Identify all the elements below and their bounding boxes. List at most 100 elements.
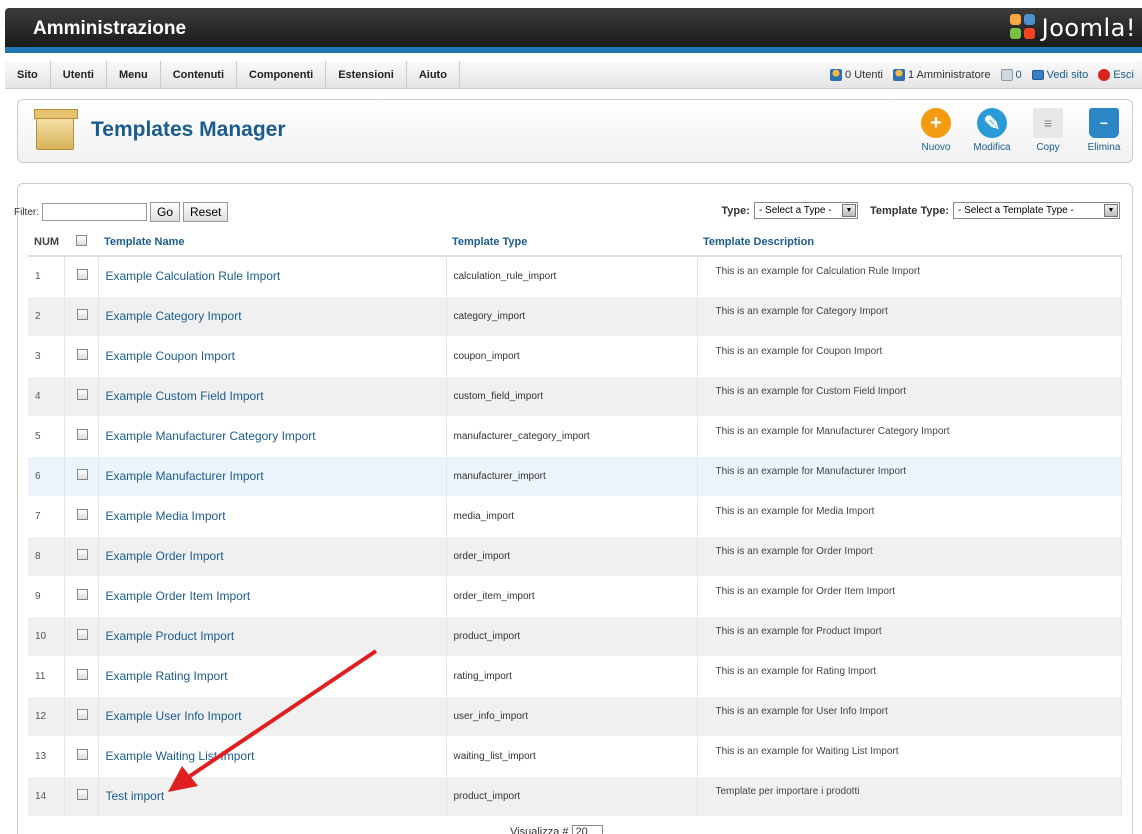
table-row[interactable]: 6 Example Manufacturer Import manufacturer… — [28, 456, 1122, 497]
row-checkbox-cell[interactable] — [64, 776, 99, 817]
status-admins-text: 1 Amministratore — [907, 69, 991, 81]
template-name-link[interactable]: Example Order Import — [98, 536, 447, 577]
view-site-text: Vedi sito — [1046, 69, 1089, 81]
table-row[interactable]: 7 Example Media Import media_import This is… — [28, 496, 1122, 537]
row-checkbox[interactable] — [76, 349, 88, 360]
template-type: category_import — [446, 296, 698, 337]
row-checkbox-cell[interactable] — [64, 496, 99, 537]
type-select[interactable]: - Select a Type - ▼ — [753, 202, 858, 219]
row-checkbox[interactable] — [76, 429, 88, 440]
copy-button[interactable]: ≡ Copy — [1024, 108, 1072, 153]
template-type: waiting_list_import — [446, 736, 698, 777]
row-checkbox[interactable] — [76, 469, 88, 480]
template-name-link[interactable]: Example Coupon Import — [98, 336, 447, 377]
row-num: 1 — [28, 256, 65, 297]
menu-item-sito[interactable]: Sito — [5, 60, 51, 89]
template-name-link[interactable]: Test import — [98, 776, 447, 817]
template-name-link[interactable]: Example Calculation Rule Import — [98, 256, 447, 297]
menu-item-menu[interactable]: Menu — [107, 60, 161, 89]
table-row[interactable]: 5 Example Manufacturer Category Import man… — [28, 416, 1122, 457]
row-checkbox[interactable] — [76, 549, 88, 560]
status-messages[interactable]: 0 — [1000, 69, 1022, 81]
row-checkbox-cell[interactable] — [64, 456, 99, 497]
table-row[interactable]: 14 Test import product_import Template per … — [28, 776, 1122, 817]
table-row[interactable]: 1 Example Calculation Rule Import calculat… — [28, 256, 1122, 297]
row-checkbox-cell[interactable] — [64, 256, 99, 297]
delete-button[interactable]: − Elimina — [1080, 108, 1128, 153]
table-row[interactable]: 10 Example Product Import product_import Th… — [28, 616, 1122, 657]
plus-icon: + — [921, 108, 951, 138]
trash-icon: − — [1089, 108, 1119, 138]
joomla-logo[interactable]: Joomla! — [1009, 14, 1136, 42]
row-checkbox-cell[interactable] — [64, 296, 99, 337]
page-title: Templates Manager — [91, 118, 286, 141]
template-name-link[interactable]: Example Manufacturer Import — [98, 456, 447, 497]
table-row[interactable]: 9 Example Order Item Import order_item_imp… — [28, 576, 1122, 617]
row-checkbox[interactable] — [76, 509, 88, 520]
template-name-link[interactable]: Example Category Import — [98, 296, 447, 337]
template-name-link[interactable]: Example Media Import — [98, 496, 447, 537]
view-site-link[interactable]: Vedi sito — [1031, 69, 1089, 81]
row-checkbox[interactable] — [76, 669, 88, 680]
table-row[interactable]: 3 Example Coupon Import coupon_import This … — [28, 336, 1122, 377]
row-checkbox-cell[interactable] — [64, 376, 99, 417]
row-checkbox-cell[interactable] — [64, 336, 99, 377]
template-name-link[interactable]: Example User Info Import — [98, 696, 447, 737]
filter-input[interactable] — [42, 203, 147, 221]
template-name-link[interactable]: Example Product Import — [98, 616, 447, 657]
template-name-link[interactable]: Example Waiting List Import — [98, 736, 447, 777]
row-checkbox-cell[interactable] — [64, 616, 99, 657]
template-type-select-value: - Select a Template Type - — [958, 205, 1074, 216]
menu-item-componenti[interactable]: Componenti — [237, 60, 327, 89]
row-checkbox[interactable] — [76, 269, 88, 281]
delete-button-label: Elimina — [1087, 142, 1121, 153]
reset-button[interactable]: Reset — [183, 202, 229, 222]
template-description: This is an example for Calculation Rule … — [697, 256, 1122, 297]
template-description: This is an example for Order Import — [697, 536, 1122, 577]
template-name-link[interactable]: Example Order Item Import — [98, 576, 447, 617]
row-checkbox-cell[interactable] — [64, 576, 99, 617]
row-checkbox[interactable] — [76, 589, 88, 600]
logout-link[interactable]: Esci — [1098, 69, 1134, 81]
col-select-all[interactable] — [64, 229, 98, 257]
table-row[interactable]: 8 Example Order Import order_import This is… — [28, 536, 1122, 577]
row-checkbox[interactable] — [76, 629, 88, 640]
col-type[interactable]: Template Type — [446, 229, 697, 257]
template-name-link[interactable]: Example Custom Field Import — [98, 376, 447, 417]
row-checkbox-cell[interactable] — [64, 696, 99, 737]
template-type-select[interactable]: - Select a Template Type - ▼ — [953, 202, 1120, 219]
table-row[interactable]: 12 Example User Info Import user_info_impo… — [28, 696, 1122, 737]
row-checkbox-cell[interactable] — [64, 416, 99, 457]
template-name-link[interactable]: Example Rating Import — [98, 656, 447, 697]
pager: Visualizza # 20 — [510, 825, 603, 834]
row-checkbox[interactable] — [76, 789, 88, 800]
row-num: 8 — [28, 536, 65, 577]
row-checkbox-cell[interactable] — [64, 736, 99, 777]
row-checkbox[interactable] — [76, 749, 88, 760]
col-desc[interactable]: Template Description — [697, 229, 1122, 257]
select-all-checkbox[interactable] — [76, 235, 87, 246]
template-description: This is an example for Product Import — [697, 616, 1122, 657]
menu-item-utenti[interactable]: Utenti — [51, 60, 107, 89]
table-row[interactable]: 13 Example Waiting List Import waiting_lis… — [28, 736, 1122, 777]
go-button[interactable]: Go — [150, 202, 181, 222]
edit-button[interactable]: ✎ Modifica — [968, 108, 1016, 153]
menu-item-contenuti[interactable]: Contenuti — [161, 60, 238, 89]
logout-text: Esci — [1113, 69, 1134, 81]
col-name[interactable]: Template Name — [98, 229, 446, 257]
admin-title: Amministrazione — [33, 18, 187, 39]
pager-select[interactable]: 20 — [571, 825, 603, 834]
menu-item-estensioni[interactable]: Estensioni — [326, 60, 407, 89]
new-button[interactable]: + Nuovo — [912, 108, 960, 153]
template-name-link[interactable]: Example Manufacturer Category Import — [98, 416, 447, 457]
row-checkbox[interactable] — [76, 389, 88, 400]
table-row[interactable]: 11 Example Rating Import rating_import This… — [28, 656, 1122, 697]
row-checkbox-cell[interactable] — [64, 536, 99, 577]
menu-item-aiuto[interactable]: Aiuto — [407, 60, 460, 89]
row-checkbox-cell[interactable] — [64, 656, 99, 697]
table-row[interactable]: 2 Example Category Import category_import T… — [28, 296, 1122, 337]
table-row[interactable]: 4 Example Custom Field Import custom_field… — [28, 376, 1122, 417]
row-checkbox[interactable] — [76, 309, 88, 320]
row-checkbox[interactable] — [76, 709, 88, 720]
status-users: 0 Utenti — [830, 69, 883, 81]
